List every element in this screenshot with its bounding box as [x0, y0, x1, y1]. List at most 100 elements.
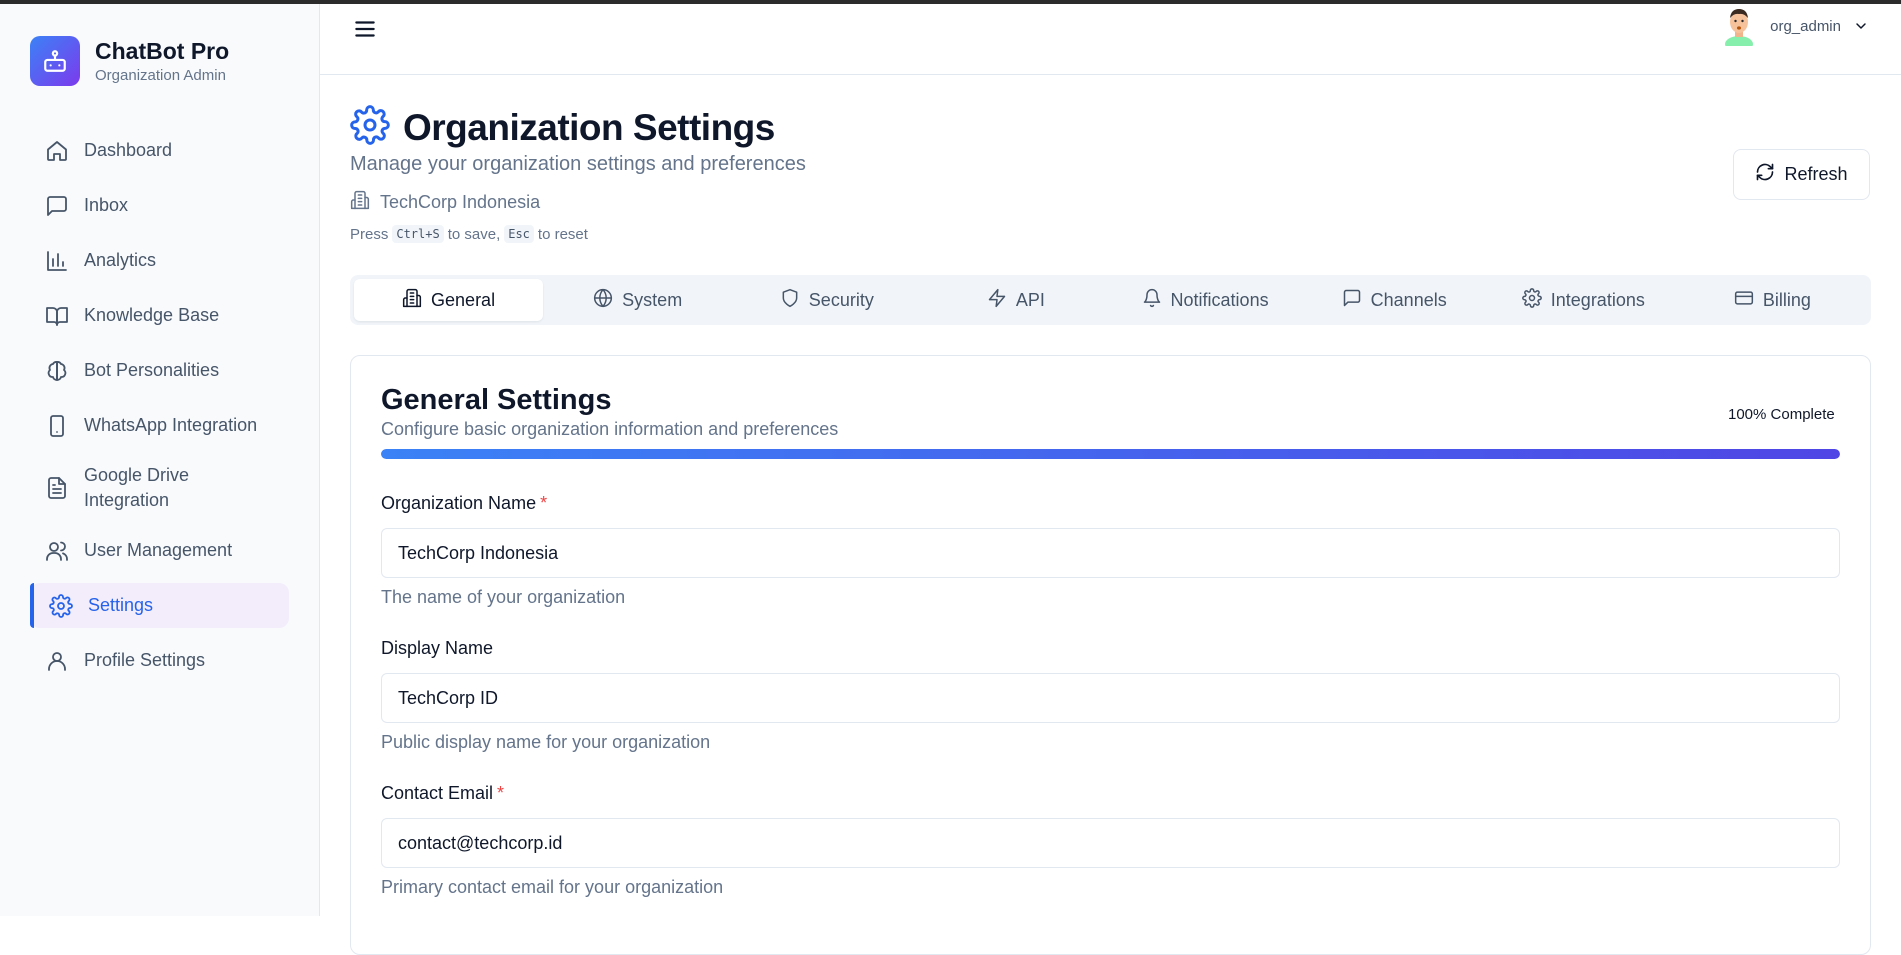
- refresh-icon: [1755, 162, 1775, 187]
- required-marker: *: [540, 493, 548, 513]
- sidebar-item-knowledge-base[interactable]: Knowledge Base: [30, 293, 289, 338]
- sidebar-item-label: Bot Personalities: [84, 360, 220, 380]
- bar-chart-icon: [44, 248, 70, 274]
- globe-icon: [593, 288, 613, 313]
- card-subtitle: Configure basic organization information…: [381, 419, 839, 439]
- tab-label: API: [1015, 289, 1045, 310]
- organization-name: TechCorp Indonesia: [380, 192, 541, 212]
- sidebar-item-bot-personalities[interactable]: Bot Personalities: [30, 348, 289, 393]
- sidebar-item-user-management[interactable]: User Management: [30, 528, 289, 573]
- display-name-input[interactable]: [381, 673, 1840, 723]
- building-icon: [402, 288, 422, 313]
- keyboard-hint: Press Ctrl+S to save, Esc to reset: [350, 225, 588, 243]
- sidebar-item-label: Google Drive Integration: [84, 465, 190, 510]
- tab-general[interactable]: General: [354, 279, 544, 321]
- page-title: Organization Settings: [403, 106, 775, 148]
- brand-subtitle: Organization Admin: [95, 66, 226, 84]
- tab-system[interactable]: System: [543, 279, 732, 321]
- user-name: org_admin: [1770, 17, 1841, 35]
- page-header: Organization Settings: [350, 105, 775, 150]
- hint-text: Press: [350, 225, 389, 243]
- tab-integrations[interactable]: Integrations: [1489, 279, 1678, 321]
- tab-security[interactable]: Security: [732, 279, 921, 321]
- sidebar-item-google-drive-integration[interactable]: Google Drive Integration: [30, 458, 289, 518]
- sidebar-item-label: Dashboard: [84, 140, 173, 160]
- tab-api[interactable]: API: [921, 279, 1110, 321]
- organization-name-help: The name of your organization: [381, 587, 626, 607]
- tab-channels[interactable]: Channels: [1300, 279, 1489, 321]
- progress-bar: [381, 449, 1840, 459]
- contact-email-input[interactable]: [381, 818, 1840, 868]
- menu-icon[interactable]: [352, 16, 378, 42]
- window-top-strip: [0, 0, 1901, 4]
- tab-billing[interactable]: Billing: [1678, 279, 1867, 321]
- sidebar-item-analytics[interactable]: Analytics: [30, 238, 289, 283]
- tab-label: Channels: [1370, 289, 1447, 310]
- tab-label: System: [622, 289, 683, 310]
- sidebar-item-label: Settings: [88, 595, 154, 615]
- sidebar-item-profile-settings[interactable]: Profile Settings: [30, 638, 289, 683]
- organization-name-input[interactable]: [381, 528, 1840, 578]
- card-title: General Settings: [381, 384, 612, 416]
- bell-icon: [1142, 288, 1162, 313]
- sidebar-item-whatsapp-integration[interactable]: WhatsApp Integration: [30, 403, 289, 448]
- settings-icon: [350, 105, 390, 150]
- file-text-icon: [44, 475, 70, 501]
- home-icon: [44, 138, 70, 164]
- bot-logo-icon: [30, 36, 80, 86]
- organization-name-label: Organization Name *: [381, 493, 547, 514]
- message-square-icon: [44, 193, 70, 219]
- organization-label: TechCorp Indonesia: [350, 190, 540, 215]
- zap-icon: [987, 288, 1007, 313]
- field-label-text: Organization Name: [381, 493, 537, 513]
- sidebar-nav: Dashboard Inbox Analytics Knowledge Base…: [30, 128, 289, 693]
- top-header: org_admin: [320, 4, 1901, 75]
- shield-icon: [780, 288, 800, 313]
- progress-fill: [381, 449, 1840, 459]
- tab-label: Notifications: [1170, 289, 1269, 310]
- completion-text: 100% Complete: [1728, 406, 1835, 423]
- sidebar-item-label: Knowledge Base: [84, 305, 220, 325]
- refresh-button[interactable]: Refresh: [1733, 149, 1870, 200]
- display-name-help: Public display name for your organizatio…: [381, 732, 711, 752]
- settings-icon: [48, 593, 74, 619]
- kbd-save: Ctrl+S: [392, 225, 444, 243]
- user-icon: [44, 648, 70, 674]
- book-open-icon: [44, 303, 70, 329]
- building-icon: [350, 190, 370, 215]
- contact-email-help: Primary contact email for your organizat…: [381, 877, 724, 897]
- display-name-label: Display Name: [381, 638, 493, 659]
- users-icon: [44, 538, 70, 564]
- sidebar-item-label: Analytics: [84, 250, 157, 270]
- sidebar: ChatBot Pro Organization Admin Dashboard…: [0, 4, 320, 916]
- brain-icon: [44, 358, 70, 384]
- avatar: [1722, 6, 1756, 52]
- chevron-down-icon: [1853, 18, 1869, 34]
- credit-card-icon: [1734, 288, 1754, 313]
- message-square-icon: [1342, 288, 1362, 313]
- field-label-text: Display Name: [381, 638, 494, 658]
- brand[interactable]: ChatBot Pro Organization Admin: [30, 36, 229, 86]
- sidebar-item-label: User Management: [84, 540, 233, 560]
- sidebar-item-label: WhatsApp Integration: [84, 415, 258, 435]
- main-content: Organization Settings Manage your organi…: [320, 75, 1901, 955]
- smartphone-icon: [44, 413, 70, 439]
- page-subtitle: Manage your organization settings and pr…: [350, 153, 806, 175]
- sidebar-item-settings[interactable]: Settings: [30, 583, 289, 628]
- hint-text: to save,: [447, 225, 501, 243]
- brand-title: ChatBot Pro: [95, 37, 230, 64]
- hint-text: to reset: [537, 225, 588, 243]
- settings-tabs: General System Security API Notification…: [350, 275, 1871, 325]
- tab-label: General: [431, 289, 496, 310]
- tab-label: Integrations: [1550, 289, 1645, 310]
- tab-label: Billing: [1762, 289, 1811, 310]
- field-label-text: Contact Email: [381, 783, 494, 803]
- kbd-reset: Esc: [504, 225, 534, 243]
- refresh-label: Refresh: [1784, 164, 1848, 184]
- contact-email-label: Contact Email *: [381, 783, 504, 804]
- sidebar-item-inbox[interactable]: Inbox: [30, 183, 289, 228]
- tab-notifications[interactable]: Notifications: [1111, 279, 1300, 321]
- tab-label: Security: [808, 289, 874, 310]
- sidebar-item-dashboard[interactable]: Dashboard: [30, 128, 289, 173]
- user-menu[interactable]: org_admin: [1722, 6, 1869, 52]
